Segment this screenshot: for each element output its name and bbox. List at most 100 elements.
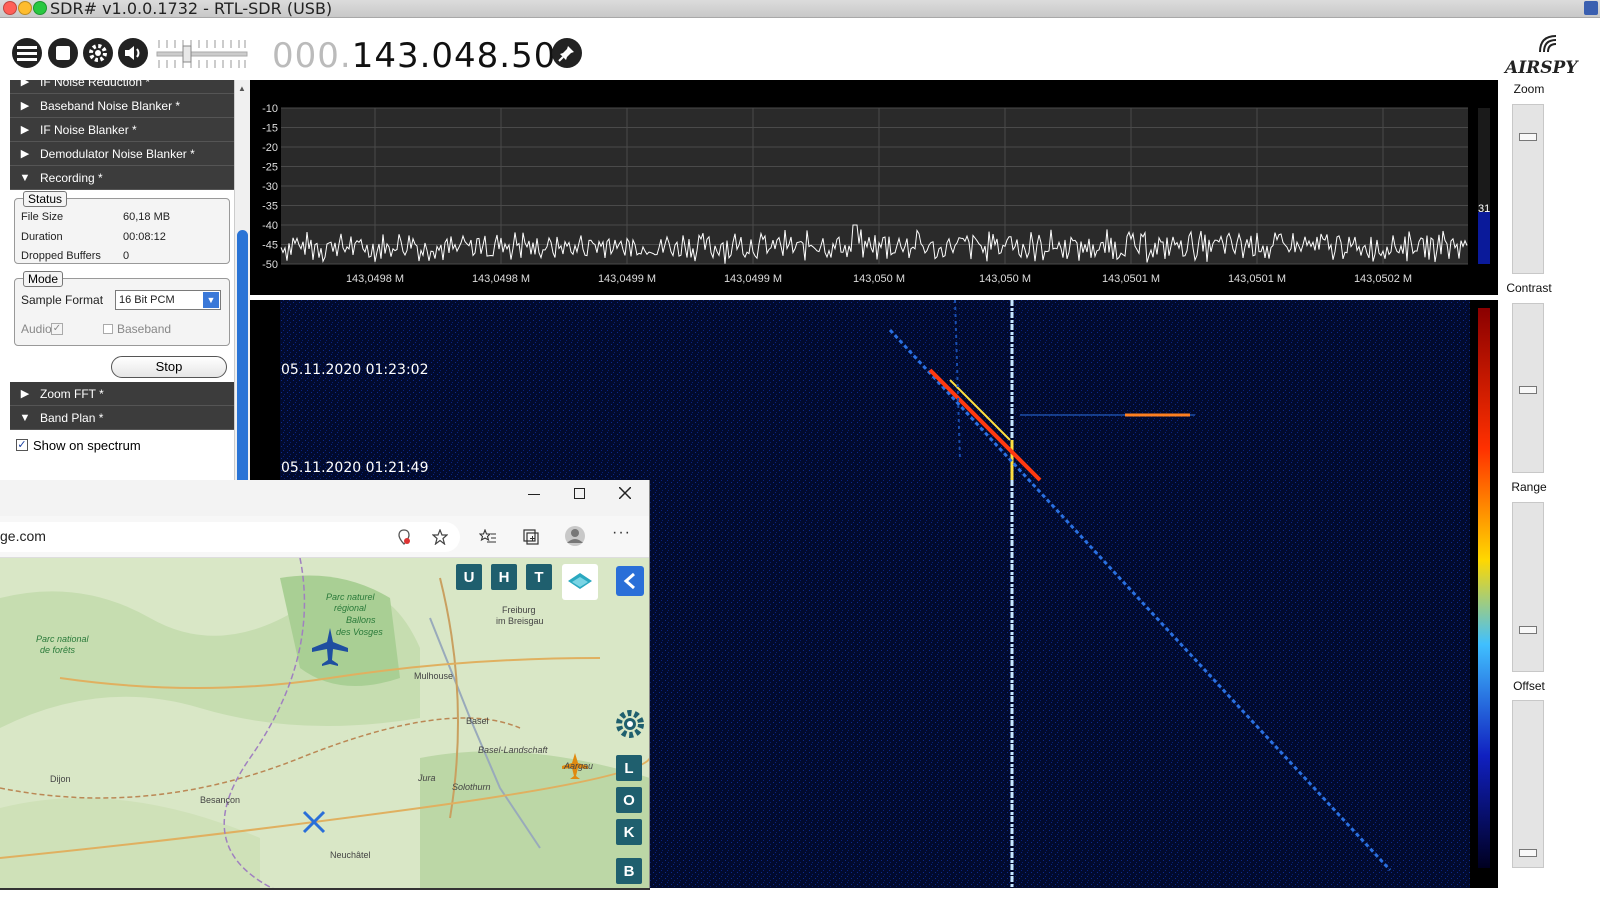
range-slider-thumb[interactable] (1519, 626, 1537, 634)
section-label: IF Noise Reduction * (40, 80, 151, 89)
pin-frequency-button[interactable] (552, 38, 582, 68)
spectrum-analyzer[interactable]: -10 -15 -20 -25 -30 -35 -40 -45 -50 143,0498 M 14… (250, 80, 1498, 295)
browser-address-bar: ge.com ··· (0, 516, 649, 558)
spectrum-y-tick: -25 (262, 162, 278, 174)
map-button-l[interactable]: L (616, 755, 642, 781)
recording-body: Status File Size 60,18 MB Duration 00:08… (10, 191, 234, 382)
window-title: SDR# v1.0.0.1732 - RTL-SDR (USB) (50, 0, 333, 18)
map-label: de forêts (40, 645, 76, 655)
offset-slider-thumb[interactable] (1519, 849, 1537, 857)
map-settings-button[interactable] (614, 708, 646, 740)
sample-format-select[interactable]: 16 Bit PCM ▼ (115, 290, 221, 310)
scrollbar-thumb[interactable] (237, 230, 248, 488)
duration-label: Duration (21, 231, 63, 243)
main-toolbar: 000.143.048.500 AIRSPY (0, 18, 1600, 80)
left-panel-scrollbar[interactable]: ▲ (234, 80, 250, 488)
section-if-noise-reduction[interactable]: ▶ IF Noise Reduction * (10, 80, 234, 94)
contrast-slider-thumb[interactable] (1519, 386, 1537, 394)
section-recording[interactable]: ▼ Recording * (10, 166, 234, 190)
section-band-plan[interactable]: ▼ Band Plan * (10, 406, 234, 430)
collapsed-arrow-icon: ▶ (20, 148, 30, 160)
close-icon[interactable] (619, 487, 631, 499)
duration-row: Duration 00:08:12 (21, 227, 229, 247)
show-on-spectrum-checkbox[interactable]: ✓ (16, 439, 28, 451)
section-if-noise-blanker[interactable]: ▶ IF Noise Blanker * (10, 118, 234, 142)
url-text: ge.com (0, 528, 46, 544)
section-baseband-noise-blanker[interactable]: ▶ Baseband Noise Blanker * (10, 94, 234, 118)
gear-icon (89, 44, 107, 62)
minimize-window-button[interactable] (18, 1, 32, 15)
dropped-buffers-value: 0 (123, 250, 130, 262)
maximize-icon[interactable] (574, 488, 585, 499)
file-size-value: 60,18 MB (123, 211, 171, 223)
audio-checkbox[interactable]: ✓ (51, 323, 63, 335)
map-label: régional (334, 603, 367, 613)
zoom-slider[interactable] (1512, 104, 1544, 274)
settings-button[interactable] (83, 38, 113, 68)
more-options-icon[interactable]: ··· (612, 524, 631, 542)
spectrum-x-tick: 143,0498 M (472, 273, 530, 285)
map-layers-button[interactable] (562, 564, 598, 600)
dropped-buffers-label: Dropped Buffers (21, 250, 101, 262)
map-label: Besançon (200, 795, 241, 805)
scroll-up-icon[interactable]: ▲ (238, 84, 246, 93)
close-window-button[interactable] (3, 1, 17, 15)
collections-icon[interactable] (523, 529, 539, 545)
chevron-left-icon (623, 572, 635, 590)
hamburger-icon (17, 46, 37, 61)
spectrum-plot: -10 -15 -20 -25 -30 -35 -40 -45 -50 143,0498 M 14… (262, 103, 1490, 285)
window-corner-icon (1584, 1, 1598, 15)
map-button-b[interactable]: B (616, 858, 642, 884)
section-zoom-fft[interactable]: ▶ Zoom FFT * (10, 382, 234, 406)
volume-slider[interactable] (155, 34, 249, 74)
spectrum-y-tick: -10 (262, 103, 278, 115)
map-button-o[interactable]: O (616, 787, 642, 813)
map-collapse-button[interactable] (616, 566, 644, 596)
map-label: Dijon (50, 774, 71, 784)
map-button-h[interactable]: H (491, 564, 517, 590)
offset-slider[interactable] (1512, 700, 1544, 868)
browser-window: ge.com ··· Parc naturel régional Ballons… (0, 480, 650, 900)
profile-avatar-icon[interactable] (564, 525, 586, 547)
map-button-u[interactable]: U (456, 564, 482, 590)
dropdown-arrow-icon[interactable]: ▼ (203, 292, 219, 308)
map-button-t[interactable]: T (526, 564, 552, 590)
sample-format-row: Sample Format 16 Bit PCM ▼ (21, 289, 229, 311)
dropped-buffers-row: Dropped Buffers 0 (21, 246, 229, 266)
url-input[interactable]: ge.com (0, 522, 460, 552)
map-button-k[interactable]: K (616, 819, 642, 845)
range-slider[interactable] (1512, 502, 1544, 672)
map-label: Neuchâtel (330, 850, 371, 860)
frequency-display[interactable]: 000.143.048.500 (272, 36, 579, 76)
minimize-icon[interactable] (528, 494, 540, 495)
favorite-star-icon[interactable] (432, 529, 448, 545)
level-meter-value: 31 (1478, 203, 1490, 215)
maximize-window-button[interactable] (33, 1, 47, 15)
collapsed-arrow-icon: ▶ (20, 100, 30, 112)
map-label: Solothurn (452, 782, 491, 792)
window-titlebar: SDR# v1.0.0.1732 - RTL-SDR (USB) (0, 0, 1600, 18)
audio-mute-button[interactable] (118, 38, 148, 68)
spectrum-x-tick: 143,0498 M (346, 273, 404, 285)
map-label: Aargau (564, 761, 594, 771)
tracking-prevention-icon[interactable] (396, 529, 412, 545)
contrast-slider[interactable] (1512, 303, 1544, 473)
spectrum-x-tick: 143,0501 M (1228, 273, 1286, 285)
expanded-arrow-icon: ▼ (19, 411, 31, 424)
mode-legend: Mode (23, 271, 64, 287)
spectrum-y-tick: -45 (262, 240, 278, 252)
baseband-checkbox[interactable] (103, 324, 113, 334)
menu-button[interactable] (12, 38, 42, 68)
section-label: Demodulator Noise Blanker * (40, 146, 195, 161)
section-demodulator-noise-blanker[interactable]: ▶ Demodulator Noise Blanker * (10, 142, 234, 166)
map-label: des Vosges (336, 627, 383, 637)
zoom-slider-thumb[interactable] (1519, 133, 1537, 141)
browser-titlebar (0, 480, 649, 516)
favorites-icon[interactable] (479, 529, 497, 545)
left-settings-panel: ▶ IF Noise Reduction * ▶ Baseband Noise … (10, 80, 246, 488)
stop-recording-button[interactable]: Stop (111, 356, 227, 378)
flight-map[interactable]: Parc naturel régional Ballons des Vosges… (0, 558, 649, 900)
stop-playback-button[interactable] (48, 38, 78, 68)
stop-icon (56, 46, 70, 60)
section-label: Recording * (40, 170, 103, 185)
